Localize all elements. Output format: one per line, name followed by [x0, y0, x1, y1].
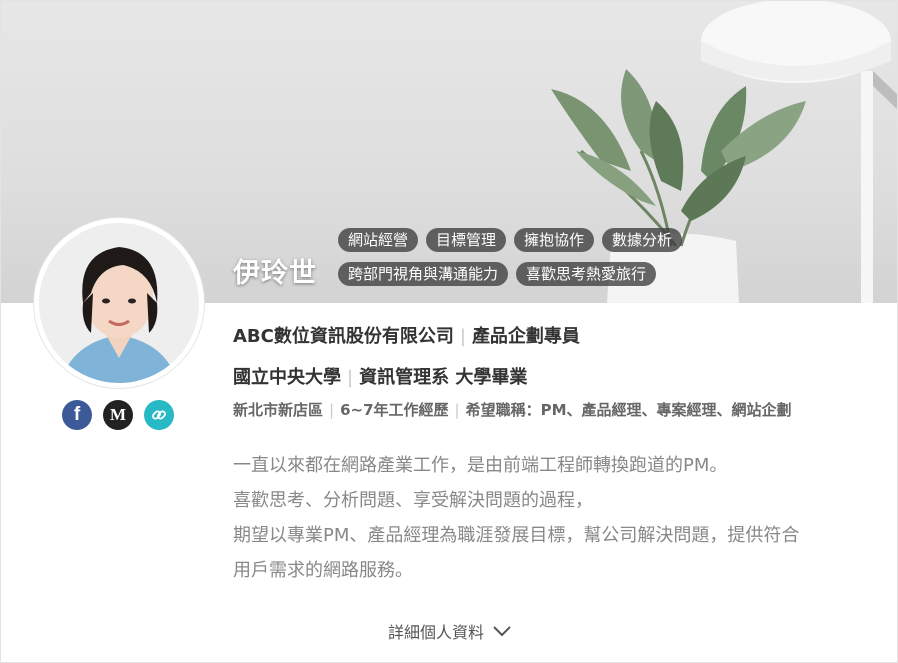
job-title: 產品企劃專員 — [471, 326, 580, 347]
profile-card: 伊玲世 網站經營 目標管理 擁抱協作 數據分析 跨部門視角與溝通能力 喜歡思考熱… — [0, 0, 898, 663]
intro-line: 期望以專業PM、產品經理為職涯發展目標，幫公司解決問題，提供符合 — [233, 525, 800, 546]
skill-tags-row-1: 網站經營 目標管理 擁抱協作 數據分析 — [338, 228, 683, 252]
intro-line: 用戶需求的網路服務。 — [233, 560, 413, 581]
medium-icon[interactable]: M — [103, 400, 133, 430]
department: 資訊管理系 大學畢業 — [359, 367, 528, 388]
desired-jobs: 希望職稱：PM、產品經理、專案經理、網站企劃 — [465, 401, 792, 419]
skill-tags-row-2: 跨部門視角與溝通能力 喜歡思考熱愛旅行 — [338, 262, 657, 286]
company-name: ABC數位資訊股份有限公司 — [233, 326, 454, 347]
chevron-down-icon — [493, 626, 511, 637]
facebook-icon[interactable]: f — [62, 400, 92, 430]
avatar-photo — [39, 223, 199, 383]
skill-tag: 跨部門視角與溝通能力 — [338, 262, 509, 286]
profile-meta: 新北市新店區 | 6~7年工作經歷 | 希望職稱：PM、產品經理、專案經理、網站企劃 — [233, 399, 792, 420]
detailed-profile-label: 詳細個人資料 — [387, 623, 484, 642]
skill-tag: 喜歡思考熱愛旅行 — [516, 262, 657, 286]
medium-letter: M — [109, 405, 127, 424]
intro-line: 喜歡思考、分析問題、享受解決問題的過程， — [233, 490, 593, 511]
chain-link-glyph — [152, 410, 166, 420]
social-links: f M — [62, 400, 174, 430]
avatar[interactable] — [34, 218, 204, 388]
separator: | — [329, 401, 335, 419]
separator: | — [459, 326, 466, 347]
separator: | — [347, 367, 354, 388]
link-icon[interactable] — [144, 400, 174, 430]
school-name: 國立中央大學 — [233, 367, 341, 388]
skill-tag: 數據分析 — [602, 228, 683, 252]
facebook-letter: f — [73, 404, 81, 425]
skill-tag: 擁抱協作 — [514, 228, 595, 252]
skill-tag: 目標管理 — [426, 228, 507, 252]
skill-tag: 網站經營 — [338, 228, 419, 252]
profile-name: 伊玲世 — [233, 258, 317, 289]
experience: 6~7年工作經歷 — [340, 401, 449, 419]
self-introduction: 一直以來都在網路產業工作，是由前端工程師轉換跑道的PM。 喜歡思考、分析問題、享… — [233, 448, 869, 588]
separator: | — [454, 401, 460, 419]
location: 新北市新店區 — [233, 401, 324, 419]
detailed-profile-button[interactable]: 詳細個人資料 — [1, 619, 897, 643]
current-job: ABC數位資訊股份有限公司 | 產品企劃專員 — [233, 322, 580, 348]
education: 國立中央大學 | 資訊管理系 大學畢業 — [233, 363, 527, 389]
intro-line: 一直以來都在網路產業工作，是由前端工程師轉換跑道的PM。 — [233, 455, 728, 476]
